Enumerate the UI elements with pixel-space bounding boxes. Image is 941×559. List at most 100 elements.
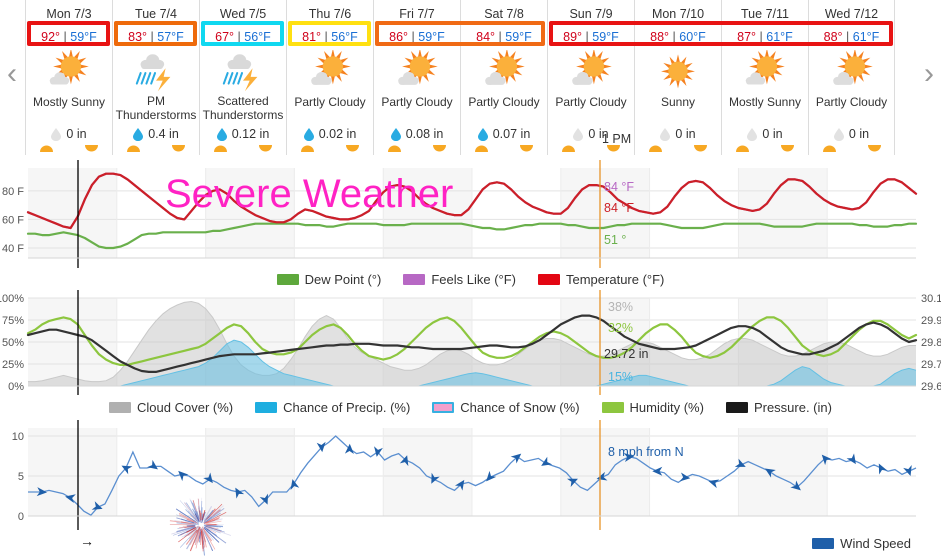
tooltip-dew-point: 51 ° [604,233,626,247]
forecast-condition: Sunny [635,95,721,122]
legend-item[interactable]: Humidity (%) [602,400,704,415]
legend-item[interactable]: Dew Point (°) [277,272,382,287]
wind-direction-marker [483,471,496,484]
forecast-high: 87° [737,30,756,44]
precip-amount: 0.07 in [493,127,531,141]
forecast-low: 56°F [244,30,271,44]
legend-item[interactable]: Cloud Cover (%) [109,400,233,415]
forecast-condition: PM Thunderstorms [113,94,199,122]
forecast-high: 88° [650,30,669,44]
forecast-temps: 86° | 59°F [389,26,445,48]
tooltip-humidity: 32% [608,321,633,335]
sunrise-icon [40,145,53,152]
tooltip-cloud-cover: 38% [608,300,633,314]
sunrise-sunset-row [722,143,808,155]
y-axis-tick-right: 29.98 [921,315,941,327]
wet-drop-icon [217,128,227,141]
forecast-day-column[interactable]: Fri 7/7 86° | 59°F Partly Cloudy 0.08 in [373,0,460,155]
wind-direction-marker [875,462,887,475]
legend-label: Humidity (%) [630,400,704,415]
wind-direction-marker [652,467,662,476]
legend-item[interactable]: Chance of Snow (%) [432,400,579,415]
forecast-day-column[interactable]: Tue 7/11 87° | 61°F Mostly Sunny 0 in [721,0,808,155]
temp-separator: | [412,30,415,44]
forecast-condition: Partly Cloudy [548,95,634,122]
legend-item[interactable]: Temperature (°F) [538,272,664,287]
legend-swatch [538,274,560,285]
forecast-temps: 88° | 61°F [824,26,880,48]
forecast-condition: Partly Cloudy [809,95,895,122]
forecast-day-column[interactable]: Wed 7/12 88° | 61°F Partly Cloudy 0 in [808,0,895,155]
wind-direction-marker [680,472,691,482]
y-axis-tick-left: 100% [0,293,24,305]
tooltip-wind: 8 mph from N [608,445,684,459]
temp-separator: | [238,30,241,44]
forecast-day-column[interactable]: Mon 7/10 88° | 60°F Sunny 0 in [634,0,721,155]
partly-cloudy-icon [557,50,625,93]
wind-direction-marker [707,477,719,488]
forecast-day-column[interactable]: Sat 7/8 84° | 59°F Partly Cloudy 0.07 in [460,0,547,155]
forecast-low: 61°F [766,30,793,44]
legend-item[interactable]: Chance of Precip. (%) [255,400,410,415]
legend-label: Chance of Snow (%) [460,400,579,415]
wind-chart[interactable]: 10 5 0 [0,420,941,530]
forecast-day-column[interactable]: Mon 7/3 92° | 59°F Mostly Sunny 0 in [25,0,112,155]
forecast-condition: Mostly Sunny [26,95,112,122]
sunrise-sunset-row [200,143,286,155]
legend-swatch [109,402,131,413]
weather-forecast-page: ‹ › Mon 7/3 92° | 59°F Mostly Sunny 0 in Tue… [0,0,941,559]
y-axis-tick-left: 75% [2,315,24,327]
conditions-chart[interactable]: 100% 75% 50% 25% 0% 30.10 29.98 29.85 29.73 29.60 [0,290,941,395]
forecast-precip: 0.07 in [478,126,531,143]
precip-amount: 0 in [762,127,782,141]
forecast-precip: 0 in [51,126,86,143]
precip-amount: 0 in [66,127,86,141]
forecast-high: 83° [128,30,147,44]
forecast-temps: 67° | 56°F [215,26,271,48]
forecast-temps: 84° | 59°F [476,26,532,48]
temperature-chart[interactable]: 80 F 60 F 40 F [0,160,941,268]
forecast-precip: 0.12 in [217,126,270,142]
forecast-precip: 0.08 in [391,126,444,143]
dry-drop-icon [660,128,670,141]
forecast-low: 59°F [505,30,532,44]
forecast-day-column[interactable]: Wed 7/5 67° | 56°F Scattered Thunderstorms… [199,0,286,155]
temp-separator: | [586,30,589,44]
sunrise-icon [736,145,749,152]
sunrise-sunset-row [374,143,460,155]
forecast-day-column[interactable]: Tue 7/4 83° | 57°F PM Thunderstorms 0.4 in [112,0,199,155]
forecast-day-label: Wed 7/5 [220,6,266,22]
legend-item[interactable]: Feels Like (°F) [403,272,516,287]
next-days-button[interactable]: › [917,52,941,96]
forecast-precip: 0.4 in [133,126,179,142]
temp-separator: | [325,30,328,44]
y-axis-tick-left: 0% [8,381,24,393]
wet-drop-icon [133,128,143,141]
precip-amount: 0.12 in [232,127,270,141]
legend-swatch [432,402,454,413]
dry-drop-icon [747,128,757,141]
forecast-day-column[interactable]: Thu 7/6 81° | 56°F Partly Cloudy 0.02 in [286,0,373,155]
legend-label: Chance of Precip. (%) [283,400,410,415]
y-axis-tick: 60 F [2,214,24,226]
forecast-day-label: Sat 7/8 [484,6,524,22]
forecast-temps: 89° | 59°F [563,26,619,48]
legend-label: Wind Speed [840,536,911,551]
forecast-high: 81° [302,30,321,44]
temp-separator: | [499,30,502,44]
tooltip-chance-precip: 15% [608,370,633,384]
forecast-low: 59°F [592,30,619,44]
forecast-day-label: Mon 7/3 [46,6,91,22]
forecast-day-label: Mon 7/10 [652,6,704,22]
sunny-icon [644,50,712,93]
forecast-high: 88° [824,30,843,44]
forecast-temps: 87° | 61°F [737,26,793,48]
legend-item[interactable]: Pressure. (in) [726,400,832,415]
prev-days-button[interactable]: ‹ [0,52,24,96]
forecast-low: 56°F [331,30,358,44]
dry-drop-icon [834,128,844,141]
forecast-day-label: Sun 7/9 [569,6,612,22]
legend-item[interactable]: Wind Speed [812,536,911,551]
precip-amount: 0.08 in [406,127,444,141]
temp-separator: | [64,30,67,44]
